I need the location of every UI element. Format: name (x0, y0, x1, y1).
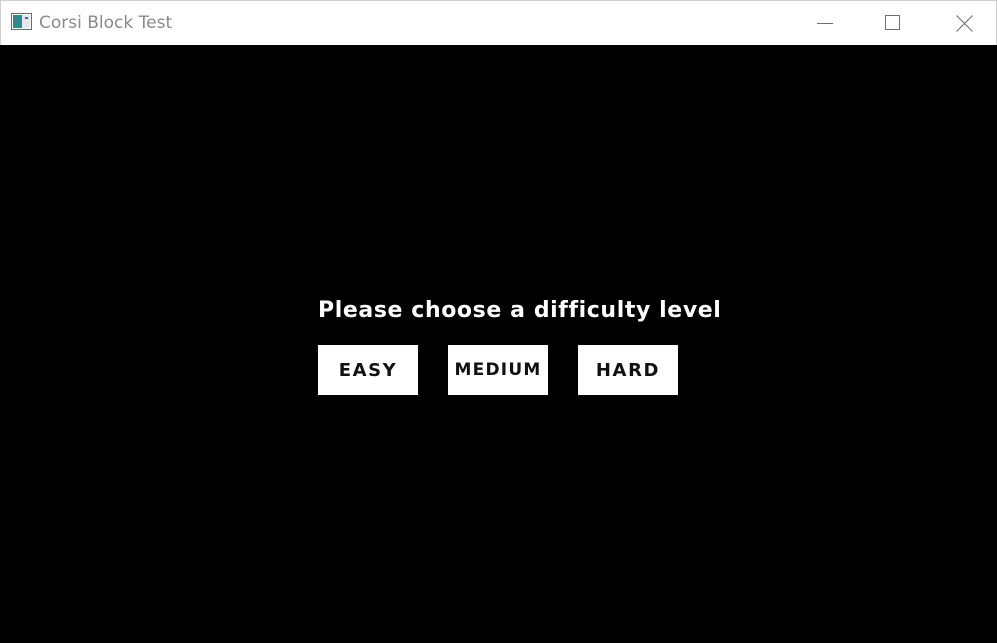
maximize-button[interactable] (870, 1, 916, 45)
close-button[interactable] (941, 1, 987, 45)
difficulty-prompt: Please choose a difficulty level (318, 298, 722, 323)
minimize-icon (817, 15, 833, 31)
app-window-icon (11, 13, 32, 30)
close-icon (955, 14, 973, 32)
maximize-icon (885, 15, 901, 31)
main-content: Please choose a difficulty level EASY ME… (0, 45, 997, 643)
medium-button[interactable]: MEDIUM (448, 345, 548, 395)
hard-button[interactable]: HARD (578, 345, 678, 395)
app-window: Corsi Block Test Please choose a difficu… (0, 0, 997, 643)
easy-button[interactable]: EASY (318, 345, 418, 395)
window-title: Corsi Block Test (39, 13, 173, 33)
minimize-button[interactable] (802, 1, 848, 45)
title-bar[interactable]: Corsi Block Test (0, 0, 997, 45)
